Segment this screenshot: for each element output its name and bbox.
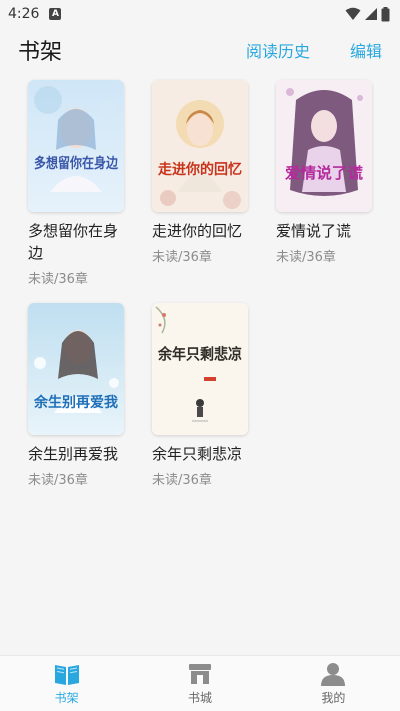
nav-mine[interactable]: 我的: [267, 656, 400, 711]
book-progress: 未读/36章: [28, 473, 88, 488]
cover-title-text: 余生别再爱我: [33, 394, 118, 411]
status-icons: [345, 6, 390, 22]
status-bar: 4:26 A: [0, 0, 400, 28]
book-item[interactable]: 余年只剩悲凉 余年只剩悲凉 未读/36章: [152, 303, 248, 488]
cover-art: 走进你的回忆: [152, 80, 248, 212]
book-title: 走进你的回忆: [152, 222, 243, 240]
header-actions: 阅读历史 编辑: [246, 38, 382, 62]
book-cover[interactable]: 余年只剩悲凉: [152, 303, 248, 435]
edit-button[interactable]: 编辑: [350, 38, 382, 62]
book-title: 多想留你在身边: [28, 222, 119, 262]
notification-icon: A: [49, 8, 62, 20]
cover-title-text: 多想留你在身边: [34, 155, 119, 172]
bottom-nav: 书架 书城 我的: [0, 655, 400, 711]
store-icon: [188, 663, 211, 684]
book-title: 余年只剩悲凉: [152, 445, 243, 463]
app-header: 书架 阅读历史 编辑: [0, 28, 400, 72]
cover-art: 爱情说了谎: [276, 80, 372, 212]
status-time: 4:26: [8, 6, 40, 22]
signal-icon: [365, 8, 377, 20]
book-title: 爱情说了谎: [276, 222, 352, 240]
book-progress: 未读/36章: [28, 272, 88, 287]
book-cover[interactable]: 多想留你在身边: [28, 80, 124, 212]
book-item[interactable]: 多想留你在身边 多想留你在身边 未读/36章: [28, 80, 124, 287]
book-item[interactable]: 走进你的回忆 走进你的回忆 未读/36章: [152, 80, 248, 287]
nav-store[interactable]: 书城: [133, 656, 266, 711]
book-progress: 未读/36章: [152, 473, 212, 488]
book-cover[interactable]: 走进你的回忆: [152, 80, 248, 212]
cover-art: 多想留你在身边: [28, 80, 124, 212]
book-icon: [54, 664, 79, 685]
book-cover[interactable]: 爱情说了谎: [276, 80, 372, 212]
book-cover[interactable]: 余生别再爱我: [28, 303, 124, 435]
bookshelf-grid: 多想留你在身边 多想留你在身边 未读/36章 走进你的回忆 走进你的回忆 未读/…: [28, 80, 388, 488]
reading-history-button[interactable]: 阅读历史: [246, 38, 310, 62]
page-title: 书架: [18, 40, 63, 65]
book-item[interactable]: 余生别再爱我 余生别再爱我 未读/36章: [28, 303, 124, 488]
nav-store-label: 书城: [187, 690, 212, 705]
cover-title-text: 爱情说了谎: [285, 164, 363, 182]
battery-icon: [381, 6, 390, 21]
person-icon: [321, 662, 346, 686]
cover-title-text: 余年只剩悲凉: [157, 345, 242, 363]
cover-art: 余年只剩悲凉: [152, 303, 248, 435]
book-progress: 未读/36章: [152, 250, 212, 265]
cover-title-text: 走进你的回忆: [158, 161, 242, 178]
cover-art: 余生别再爱我: [28, 303, 124, 435]
book-item[interactable]: 爱情说了谎 爱情说了谎 未读/36章: [276, 80, 372, 287]
nav-shelf[interactable]: 书架: [0, 656, 133, 711]
nav-shelf-label: 书架: [54, 690, 79, 705]
book-progress: 未读/36章: [276, 250, 336, 265]
wifi-icon: [345, 7, 361, 20]
nav-mine-label: 我的: [321, 690, 346, 705]
book-title: 余生别再爱我: [28, 445, 119, 463]
